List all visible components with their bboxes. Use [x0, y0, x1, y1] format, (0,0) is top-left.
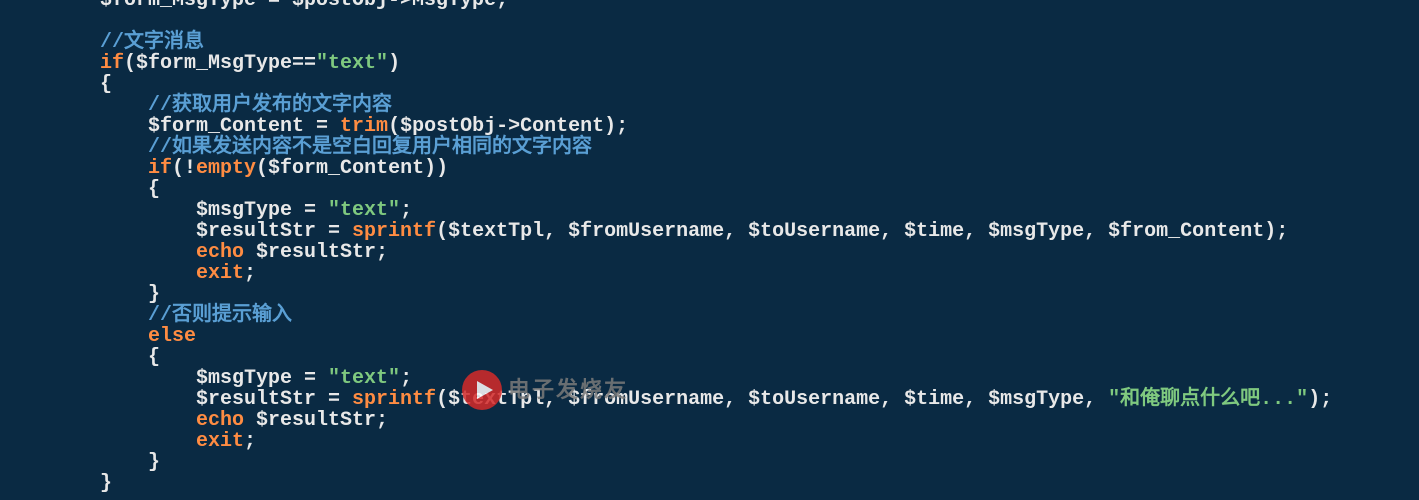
code-comment: //如果发送内容不是空白回复用户相同的文字内容 — [100, 136, 592, 159]
code-line: $resultStr = sprintf($textTpl, $fromUser… — [100, 220, 1288, 243]
code-line: $form_MsgType = $postObj->MsgType; — [100, 0, 508, 12]
code-comment: //获取用户发布的文字内容 — [100, 94, 392, 117]
code-line: { — [100, 73, 112, 96]
code-line: echo $resultStr; — [100, 409, 388, 432]
code-line: } — [100, 283, 160, 306]
code-line: if(!empty($form_Content)) — [100, 157, 448, 180]
code-line: else — [100, 325, 196, 348]
code-line: $form_Content = trim($postObj->Content); — [100, 115, 628, 138]
code-comment: //文字消息 — [100, 31, 204, 54]
code-comment: //否则提示输入 — [100, 304, 292, 327]
code-line: if($form_MsgType=="text") — [100, 52, 400, 75]
code-line: $msgType = "text"; — [100, 199, 412, 222]
code-line: echo $resultStr; — [100, 241, 388, 264]
code-line: } — [100, 472, 112, 495]
code-block: $form_MsgType = $postObj->MsgType; //文字消… — [0, 0, 1419, 494]
code-line: { — [100, 178, 160, 201]
code-line: $msgType = "text"; — [100, 367, 412, 390]
code-line: } — [100, 451, 160, 474]
code-line: { — [100, 346, 160, 369]
code-line: exit; — [100, 430, 256, 453]
code-line: $resultStr = sprintf($textTpl, $fromUser… — [100, 388, 1332, 411]
code-line: exit; — [100, 262, 256, 285]
